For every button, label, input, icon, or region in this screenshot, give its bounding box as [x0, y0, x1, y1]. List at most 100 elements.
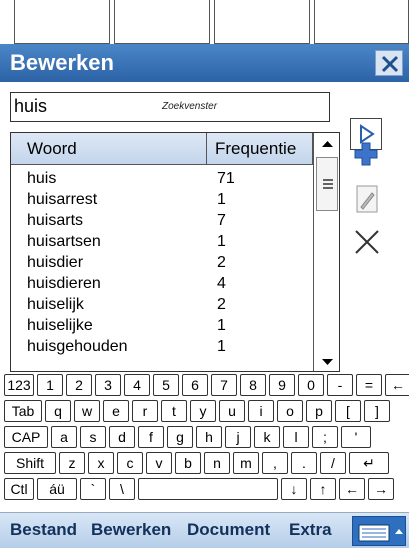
table-row[interactable]: huisarts 7 [11, 211, 311, 230]
key-row5-4[interactable] [138, 478, 278, 500]
key-row2-7[interactable]: u [219, 400, 245, 422]
key-row5-8[interactable]: → [368, 478, 394, 500]
key-row3-1[interactable]: a [51, 426, 77, 448]
key-row1-11[interactable]: - [327, 374, 353, 396]
key-row3-8[interactable]: k [254, 426, 280, 448]
table-row[interactable]: huisdier 2 [11, 253, 311, 272]
table-row[interactable]: huisarrest 1 [11, 190, 311, 209]
key-row4-7[interactable]: m [233, 452, 259, 474]
key-row1-10[interactable]: 0 [298, 374, 324, 396]
key-row4-11[interactable]: ↵ [349, 452, 389, 474]
table-row[interactable]: huisartsen 1 [11, 232, 311, 251]
key-row2-10[interactable]: p [306, 400, 332, 422]
key-row1-2[interactable]: 2 [66, 374, 92, 396]
key-row5-0[interactable]: Ctl [4, 478, 34, 500]
menu-bestand[interactable]: Bestand [10, 520, 77, 540]
key-row4-1[interactable]: z [59, 452, 85, 474]
scroll-thumb[interactable] [316, 157, 338, 211]
close-button[interactable] [375, 50, 403, 76]
key-row1-3[interactable]: 3 [95, 374, 121, 396]
soft-keyboard: 123 1 2 3 4 5 6 7 8 9 0- = ← Tab q w e r t y u i o p[] CAP a s d f g h… [0, 372, 409, 512]
key-row4-0[interactable]: Shift [4, 452, 56, 474]
frequency-cell: 7 [217, 212, 226, 229]
key-row4-10[interactable]: / [320, 452, 346, 474]
key-row3-5[interactable]: g [167, 426, 193, 448]
key-row3-10[interactable]: ; [312, 426, 338, 448]
input-panel-button[interactable] [352, 516, 406, 546]
key-row2-6[interactable]: y [190, 400, 216, 422]
key-row2-8[interactable]: i [248, 400, 274, 422]
key-row3-7[interactable]: j [225, 426, 251, 448]
key-row3-2[interactable]: s [80, 426, 106, 448]
table-row[interactable]: huiselijke 1 [11, 316, 311, 335]
key-row2-4[interactable]: r [132, 400, 158, 422]
key-row2-11[interactable]: [ [335, 400, 361, 422]
delete-button[interactable] [352, 226, 382, 258]
key-row4-5[interactable]: b [175, 452, 201, 474]
key-row5-5[interactable]: ↓ [281, 478, 307, 500]
word-list[interactable]: Woord Frequentie huis 71 huisarrest 1 huisar… [10, 132, 340, 372]
key-row3-3[interactable]: d [109, 426, 135, 448]
key-row1-5[interactable]: 5 [153, 374, 179, 396]
key-row5-2[interactable]: ` [80, 478, 106, 500]
table-row[interactable]: huis 71 [11, 169, 311, 188]
key-row1-0[interactable]: 123 [4, 374, 34, 396]
keyboard-icon [358, 524, 403, 542]
key-row5-7[interactable]: ← [339, 478, 365, 500]
scroll-up-button[interactable] [314, 133, 339, 155]
list-scrollbar[interactable] [313, 133, 339, 371]
key-row3-11[interactable]: ' [341, 426, 371, 448]
key-row1-6[interactable]: 6 [182, 374, 208, 396]
top-tab-4[interactable] [314, 0, 409, 44]
word-cell: huisdieren [27, 275, 101, 292]
key-row1-4[interactable]: 4 [124, 374, 150, 396]
column-header-frequency[interactable]: Frequentie [207, 133, 313, 165]
edit-button[interactable] [352, 183, 382, 215]
key-row1-12[interactable]: = [356, 374, 382, 396]
key-row3-6[interactable]: h [196, 426, 222, 448]
key-row1-13[interactable]: ← [385, 374, 409, 396]
table-row[interactable]: huiselijk 2 [11, 295, 311, 314]
word-cell: huiselijk [27, 296, 84, 313]
menu-extra[interactable]: Extra [289, 520, 332, 540]
key-row2-2[interactable]: w [74, 400, 100, 422]
table-row[interactable]: huisdieren 4 [11, 274, 311, 293]
key-row2-5[interactable]: t [161, 400, 187, 422]
key-row1-9[interactable]: 9 [269, 374, 295, 396]
top-tab-1[interactable] [14, 0, 110, 44]
key-row5-1[interactable]: áü [37, 478, 77, 500]
top-tab-3[interactable] [214, 0, 310, 44]
key-row2-0[interactable]: Tab [4, 400, 42, 422]
key-row3-4[interactable]: f [138, 426, 164, 448]
key-row4-3[interactable]: c [117, 452, 143, 474]
key-row1-8[interactable]: 8 [240, 374, 266, 396]
key-row3-0[interactable]: CAP [4, 426, 48, 448]
key-row4-8[interactable]: , [262, 452, 288, 474]
column-header-word[interactable]: Woord [11, 133, 207, 165]
key-row4-2[interactable]: x [88, 452, 114, 474]
table-row[interactable]: huisgehouden 1 [11, 337, 311, 356]
key-row2-12[interactable]: ] [364, 400, 390, 422]
top-tab-2[interactable] [114, 0, 210, 44]
key-row2-9[interactable]: o [277, 400, 303, 422]
frequency-cell: 1 [217, 317, 226, 334]
key-row5-6[interactable]: ↑ [310, 478, 336, 500]
search-placeholder: Zoekvenster [162, 101, 218, 112]
list-rows: huis 71 huisarrest 1 huisarts 7 huisartsen 1 hui… [11, 169, 313, 371]
key-row1-1[interactable]: 1 [37, 374, 63, 396]
key-row2-3[interactable]: e [103, 400, 129, 422]
menu-bewerken[interactable]: Bewerken [91, 520, 171, 540]
close-icon [381, 55, 399, 73]
key-row2-1[interactable]: q [45, 400, 71, 422]
key-row4-9[interactable]: . [291, 452, 317, 474]
key-row3-9[interactable]: l [283, 426, 309, 448]
scroll-down-button[interactable] [314, 351, 339, 371]
key-row5-3[interactable]: \ [109, 478, 135, 500]
menu-document[interactable]: Document [187, 520, 270, 540]
key-row4-6[interactable]: n [204, 452, 230, 474]
frequency-cell: 71 [217, 170, 235, 187]
key-row4-4[interactable]: v [146, 452, 172, 474]
word-cell: huisarts [27, 212, 84, 229]
key-row1-7[interactable]: 7 [211, 374, 237, 396]
add-button[interactable] [350, 138, 382, 170]
